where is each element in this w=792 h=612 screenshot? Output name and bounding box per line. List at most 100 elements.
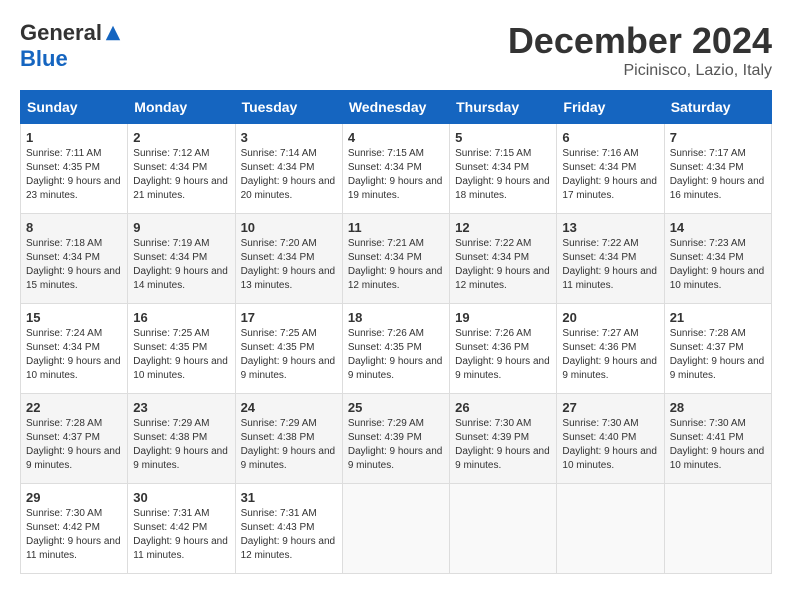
day-number: 13 <box>562 220 658 235</box>
day-info: Sunrise: 7:15 AM Sunset: 4:34 PM Dayligh… <box>455 148 550 201</box>
logo: General Blue <box>20 20 122 72</box>
calendar-cell <box>450 484 557 574</box>
day-info: Sunrise: 7:20 AM Sunset: 4:34 PM Dayligh… <box>241 238 336 291</box>
day-info: Sunrise: 7:15 AM Sunset: 4:34 PM Dayligh… <box>348 148 443 201</box>
day-number: 25 <box>348 400 444 415</box>
calendar-cell: 26 Sunrise: 7:30 AM Sunset: 4:39 PM Dayl… <box>450 394 557 484</box>
day-info: Sunrise: 7:26 AM Sunset: 4:36 PM Dayligh… <box>455 328 550 381</box>
day-info: Sunrise: 7:25 AM Sunset: 4:35 PM Dayligh… <box>133 328 228 381</box>
day-number: 26 <box>455 400 551 415</box>
calendar-cell: 19 Sunrise: 7:26 AM Sunset: 4:36 PM Dayl… <box>450 304 557 394</box>
calendar-cell: 18 Sunrise: 7:26 AM Sunset: 4:35 PM Dayl… <box>342 304 449 394</box>
calendar-cell: 15 Sunrise: 7:24 AM Sunset: 4:34 PM Dayl… <box>21 304 128 394</box>
logo-icon <box>104 24 122 42</box>
day-info: Sunrise: 7:12 AM Sunset: 4:34 PM Dayligh… <box>133 148 228 201</box>
calendar-cell: 16 Sunrise: 7:25 AM Sunset: 4:35 PM Dayl… <box>128 304 235 394</box>
location-text: Picinisco, Lazio, Italy <box>508 62 772 80</box>
day-info: Sunrise: 7:27 AM Sunset: 4:36 PM Dayligh… <box>562 328 657 381</box>
calendar-cell: 21 Sunrise: 7:28 AM Sunset: 4:37 PM Dayl… <box>664 304 771 394</box>
day-number: 21 <box>670 310 766 325</box>
day-number: 27 <box>562 400 658 415</box>
calendar-cell: 1 Sunrise: 7:11 AM Sunset: 4:35 PM Dayli… <box>21 124 128 214</box>
day-info: Sunrise: 7:18 AM Sunset: 4:34 PM Dayligh… <box>26 238 121 291</box>
day-number: 1 <box>26 130 122 145</box>
calendar-cell: 22 Sunrise: 7:28 AM Sunset: 4:37 PM Dayl… <box>21 394 128 484</box>
week-row-1: 1 Sunrise: 7:11 AM Sunset: 4:35 PM Dayli… <box>21 124 772 214</box>
day-info: Sunrise: 7:28 AM Sunset: 4:37 PM Dayligh… <box>26 418 121 471</box>
weekday-header-thursday: Thursday <box>450 91 557 124</box>
day-info: Sunrise: 7:30 AM Sunset: 4:42 PM Dayligh… <box>26 508 121 561</box>
calendar-table: SundayMondayTuesdayWednesdayThursdayFrid… <box>20 90 772 574</box>
day-number: 11 <box>348 220 444 235</box>
day-info: Sunrise: 7:30 AM Sunset: 4:39 PM Dayligh… <box>455 418 550 471</box>
calendar-cell: 3 Sunrise: 7:14 AM Sunset: 4:34 PM Dayli… <box>235 124 342 214</box>
calendar-cell <box>557 484 664 574</box>
calendar-cell: 30 Sunrise: 7:31 AM Sunset: 4:42 PM Dayl… <box>128 484 235 574</box>
week-row-2: 8 Sunrise: 7:18 AM Sunset: 4:34 PM Dayli… <box>21 214 772 304</box>
calendar-cell: 23 Sunrise: 7:29 AM Sunset: 4:38 PM Dayl… <box>128 394 235 484</box>
day-number: 28 <box>670 400 766 415</box>
day-number: 22 <box>26 400 122 415</box>
calendar-cell: 17 Sunrise: 7:25 AM Sunset: 4:35 PM Dayl… <box>235 304 342 394</box>
day-info: Sunrise: 7:30 AM Sunset: 4:40 PM Dayligh… <box>562 418 657 471</box>
day-number: 29 <box>26 490 122 505</box>
day-info: Sunrise: 7:24 AM Sunset: 4:34 PM Dayligh… <box>26 328 121 381</box>
day-info: Sunrise: 7:29 AM Sunset: 4:39 PM Dayligh… <box>348 418 443 471</box>
day-info: Sunrise: 7:21 AM Sunset: 4:34 PM Dayligh… <box>348 238 443 291</box>
calendar-cell: 13 Sunrise: 7:22 AM Sunset: 4:34 PM Dayl… <box>557 214 664 304</box>
calendar-cell: 31 Sunrise: 7:31 AM Sunset: 4:43 PM Dayl… <box>235 484 342 574</box>
day-info: Sunrise: 7:31 AM Sunset: 4:42 PM Dayligh… <box>133 508 228 561</box>
day-number: 15 <box>26 310 122 325</box>
day-number: 30 <box>133 490 229 505</box>
calendar-cell: 5 Sunrise: 7:15 AM Sunset: 4:34 PM Dayli… <box>450 124 557 214</box>
title-block: December 2024 Picinisco, Lazio, Italy <box>508 20 772 80</box>
week-row-4: 22 Sunrise: 7:28 AM Sunset: 4:37 PM Dayl… <box>21 394 772 484</box>
calendar-cell: 4 Sunrise: 7:15 AM Sunset: 4:34 PM Dayli… <box>342 124 449 214</box>
day-info: Sunrise: 7:28 AM Sunset: 4:37 PM Dayligh… <box>670 328 765 381</box>
logo-blue-text: Blue <box>20 46 68 72</box>
day-number: 5 <box>455 130 551 145</box>
calendar-cell: 14 Sunrise: 7:23 AM Sunset: 4:34 PM Dayl… <box>664 214 771 304</box>
day-info: Sunrise: 7:22 AM Sunset: 4:34 PM Dayligh… <box>455 238 550 291</box>
day-number: 8 <box>26 220 122 235</box>
calendar-cell: 12 Sunrise: 7:22 AM Sunset: 4:34 PM Dayl… <box>450 214 557 304</box>
week-row-5: 29 Sunrise: 7:30 AM Sunset: 4:42 PM Dayl… <box>21 484 772 574</box>
calendar-cell: 29 Sunrise: 7:30 AM Sunset: 4:42 PM Dayl… <box>21 484 128 574</box>
calendar-cell: 28 Sunrise: 7:30 AM Sunset: 4:41 PM Dayl… <box>664 394 771 484</box>
calendar-cell: 8 Sunrise: 7:18 AM Sunset: 4:34 PM Dayli… <box>21 214 128 304</box>
day-number: 10 <box>241 220 337 235</box>
day-info: Sunrise: 7:31 AM Sunset: 4:43 PM Dayligh… <box>241 508 336 561</box>
week-row-3: 15 Sunrise: 7:24 AM Sunset: 4:34 PM Dayl… <box>21 304 772 394</box>
day-number: 17 <box>241 310 337 325</box>
day-number: 20 <box>562 310 658 325</box>
page-header: General Blue December 2024 Picinisco, La… <box>20 20 772 80</box>
calendar-cell: 27 Sunrise: 7:30 AM Sunset: 4:40 PM Dayl… <box>557 394 664 484</box>
day-info: Sunrise: 7:23 AM Sunset: 4:34 PM Dayligh… <box>670 238 765 291</box>
day-number: 3 <box>241 130 337 145</box>
calendar-cell: 11 Sunrise: 7:21 AM Sunset: 4:34 PM Dayl… <box>342 214 449 304</box>
weekday-header-sunday: Sunday <box>21 91 128 124</box>
weekday-header-row: SundayMondayTuesdayWednesdayThursdayFrid… <box>21 91 772 124</box>
day-info: Sunrise: 7:14 AM Sunset: 4:34 PM Dayligh… <box>241 148 336 201</box>
day-info: Sunrise: 7:30 AM Sunset: 4:41 PM Dayligh… <box>670 418 765 471</box>
day-info: Sunrise: 7:29 AM Sunset: 4:38 PM Dayligh… <box>133 418 228 471</box>
weekday-header-wednesday: Wednesday <box>342 91 449 124</box>
day-number: 18 <box>348 310 444 325</box>
day-info: Sunrise: 7:29 AM Sunset: 4:38 PM Dayligh… <box>241 418 336 471</box>
day-number: 7 <box>670 130 766 145</box>
weekday-header-monday: Monday <box>128 91 235 124</box>
day-info: Sunrise: 7:16 AM Sunset: 4:34 PM Dayligh… <box>562 148 657 201</box>
calendar-cell: 24 Sunrise: 7:29 AM Sunset: 4:38 PM Dayl… <box>235 394 342 484</box>
day-info: Sunrise: 7:26 AM Sunset: 4:35 PM Dayligh… <box>348 328 443 381</box>
day-number: 12 <box>455 220 551 235</box>
day-info: Sunrise: 7:11 AM Sunset: 4:35 PM Dayligh… <box>26 148 121 201</box>
day-number: 4 <box>348 130 444 145</box>
calendar-cell: 25 Sunrise: 7:29 AM Sunset: 4:39 PM Dayl… <box>342 394 449 484</box>
day-info: Sunrise: 7:19 AM Sunset: 4:34 PM Dayligh… <box>133 238 228 291</box>
weekday-header-tuesday: Tuesday <box>235 91 342 124</box>
day-info: Sunrise: 7:17 AM Sunset: 4:34 PM Dayligh… <box>670 148 765 201</box>
day-number: 24 <box>241 400 337 415</box>
day-info: Sunrise: 7:25 AM Sunset: 4:35 PM Dayligh… <box>241 328 336 381</box>
calendar-cell <box>664 484 771 574</box>
day-number: 14 <box>670 220 766 235</box>
